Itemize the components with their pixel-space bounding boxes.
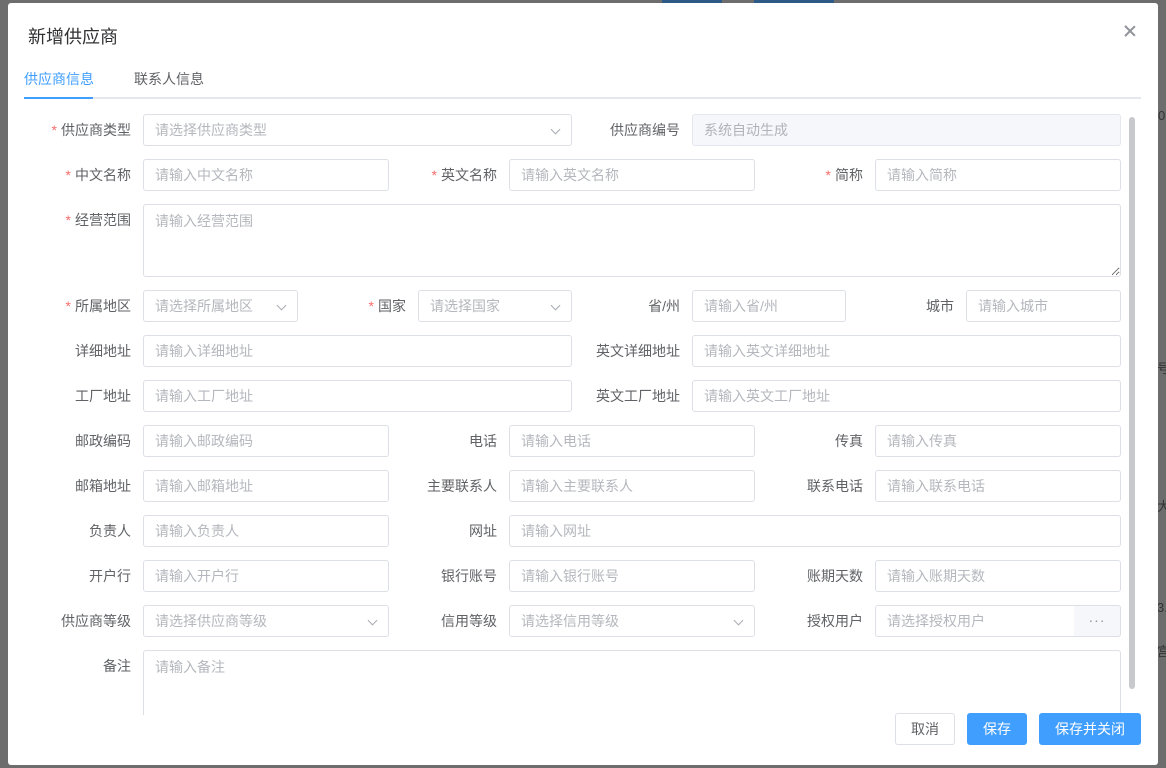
en-name-label: * 英文名称: [431, 167, 497, 183]
province-label: 省/州: [648, 298, 680, 314]
phone-label: 电话: [469, 433, 497, 449]
authorized-user-label: 授权用户: [807, 613, 863, 629]
country-label: * 国家: [368, 298, 406, 314]
background-text: 3.: [1157, 600, 1166, 615]
city-input[interactable]: [966, 290, 1121, 322]
save-and-close-button[interactable]: 保存并关闭: [1039, 713, 1141, 745]
short-name-label: * 简称: [825, 167, 863, 183]
bank-label: 开户行: [89, 568, 131, 584]
form-scrollbar[interactable]: [1129, 117, 1135, 689]
payment-days-input[interactable]: [875, 560, 1121, 592]
payment-days-label: 账期天数: [807, 568, 863, 584]
cn-name-input[interactable]: [143, 159, 389, 191]
chevron-down-icon: [733, 615, 744, 626]
person-in-charge-label: 负责人: [89, 523, 131, 539]
en-address-input[interactable]: [692, 335, 1121, 367]
close-icon[interactable]: [1122, 23, 1138, 39]
credit-level-label: 信用等级: [441, 613, 497, 629]
en-name-input[interactable]: [509, 159, 755, 191]
bank-input[interactable]: [143, 560, 389, 592]
tab-bar: 供应商信息 联系人信息: [24, 57, 1141, 99]
contact-phone-input[interactable]: [875, 470, 1121, 502]
tab-supplier-info[interactable]: 供应商信息: [24, 69, 94, 89]
email-input[interactable]: [143, 470, 389, 502]
tab-contact-info[interactable]: 联系人信息: [134, 69, 204, 89]
en-factory-address-input[interactable]: [692, 380, 1121, 412]
chevron-down-icon: [550, 300, 561, 311]
chevron-down-icon: [276, 300, 287, 311]
website-label: 网址: [469, 523, 497, 539]
main-contact-input[interactable]: [509, 470, 755, 502]
supplier-level-label: 供应商等级: [61, 613, 131, 629]
en-factory-address-label: 英文工厂地址: [596, 388, 680, 404]
address-label: 详细地址: [75, 343, 131, 359]
business-scope-label: * 经营范围: [65, 212, 131, 228]
required-mark: *: [65, 298, 71, 314]
business-scope-textarea[interactable]: [143, 204, 1121, 277]
cn-name-label: * 中文名称: [65, 167, 131, 183]
en-address-label: 英文详细地址: [596, 343, 680, 359]
phone-input[interactable]: [509, 425, 755, 457]
website-input[interactable]: [509, 515, 1121, 547]
short-name-input[interactable]: [875, 159, 1121, 191]
bank-account-label: 银行账号: [441, 568, 497, 584]
dialog-title: 新增供应商: [28, 27, 118, 47]
supplier-code-label: 供应商编号: [610, 122, 680, 138]
cancel-button[interactable]: 取消: [895, 713, 955, 745]
credit-level-select[interactable]: 请选择信用等级: [509, 605, 755, 637]
background-text: 大: [1157, 499, 1166, 514]
more-options-icon[interactable]: ···: [1074, 605, 1121, 637]
address-input[interactable]: [143, 335, 572, 367]
remark-label: 备注: [103, 658, 131, 674]
region-label: * 所属地区: [65, 298, 131, 314]
city-label: 城市: [926, 298, 954, 314]
email-label: 邮箱地址: [75, 478, 131, 494]
supplier-type-select[interactable]: 请选择供应商类型: [143, 114, 572, 146]
person-in-charge-input[interactable]: [143, 515, 389, 547]
required-mark: *: [825, 167, 831, 183]
required-mark: *: [368, 298, 374, 314]
postal-code-input[interactable]: [143, 425, 389, 457]
postal-code-label: 邮政编码: [75, 433, 131, 449]
main-contact-label: 主要联系人: [427, 478, 497, 494]
supplier-code-input: [692, 114, 1121, 146]
save-button[interactable]: 保存: [967, 713, 1027, 745]
supplier-level-select[interactable]: 请选择供应商等级: [143, 605, 389, 637]
chevron-down-icon: [367, 615, 378, 626]
fax-input[interactable]: [875, 425, 1121, 457]
required-mark: *: [65, 212, 71, 228]
required-mark: *: [431, 167, 437, 183]
required-mark: *: [65, 167, 71, 183]
province-input[interactable]: [692, 290, 846, 322]
remark-textarea[interactable]: [143, 650, 1121, 715]
authorized-user-input[interactable]: [875, 605, 1075, 637]
fax-label: 传真: [835, 433, 863, 449]
background-text: 号: [1157, 361, 1166, 376]
factory-address-input[interactable]: [143, 380, 572, 412]
supplier-form: *供应商类型 请选择供应商类型 供应商编号 *中文名称 *英文名称 *简称 *经…: [8, 99, 1158, 715]
chevron-down-icon: [550, 124, 561, 135]
background-text: 宫: [1157, 644, 1166, 659]
required-mark: *: [51, 122, 57, 138]
factory-address-label: 工厂地址: [75, 388, 131, 404]
supplier-type-label: * 供应商类型: [51, 122, 131, 138]
add-supplier-dialog: 新增供应商 供应商信息 联系人信息 * 供应商类型 请选择供应商类型 供应商编号 …: [8, 3, 1158, 765]
country-select[interactable]: 请选择国家: [418, 290, 572, 322]
region-select[interactable]: 请选择所属地区: [143, 290, 298, 322]
background-text: 0: [1158, 108, 1166, 123]
contact-phone-label: 联系电话: [807, 478, 863, 494]
bank-account-input[interactable]: [509, 560, 755, 592]
